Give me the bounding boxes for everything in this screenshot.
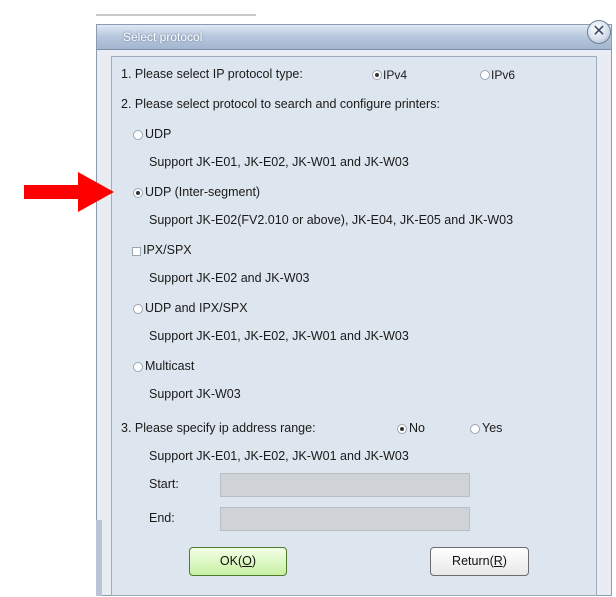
udp-inter-segment-label[interactable]: UDP (Inter-segment) bbox=[145, 185, 260, 199]
udp-inter-segment-support-text: Support JK-E02(FV2.010 or above), JK-E04… bbox=[149, 213, 514, 227]
dialog-panel: 1. Please select IP protocol type: IPv4 … bbox=[111, 56, 597, 596]
ipv4-label[interactable]: IPv4 bbox=[383, 68, 407, 82]
ipx-spx-support-text: Support JK-E02 and JK-W03 bbox=[149, 271, 310, 285]
ipv6-radio[interactable] bbox=[480, 70, 490, 80]
start-ip-field[interactable] bbox=[220, 473, 470, 497]
ok-button-label-close: ) bbox=[251, 554, 257, 568]
ip-range-label: 3. Please specify ip address range: bbox=[121, 421, 316, 435]
range-yes-radio[interactable] bbox=[470, 424, 480, 434]
range-no-label[interactable]: No bbox=[409, 421, 425, 435]
multicast-radio[interactable] bbox=[133, 362, 143, 372]
multicast-label[interactable]: Multicast bbox=[145, 359, 194, 373]
return-button-label: Return( bbox=[452, 554, 494, 568]
udp-support-text: Support JK-E01, JK-E02, JK-W01 and JK-W0… bbox=[149, 155, 409, 169]
ipv6-label[interactable]: IPv6 bbox=[491, 68, 515, 82]
return-button[interactable]: Return(R) bbox=[430, 547, 529, 576]
udp-and-ipx-spx-support-text: Support JK-E01, JK-E02, JK-W01 and JK-W0… bbox=[149, 329, 409, 343]
udp-and-ipx-spx-label[interactable]: UDP and IPX/SPX bbox=[145, 301, 248, 315]
udp-inter-segment-radio[interactable] bbox=[133, 188, 143, 198]
return-button-accelerator: R bbox=[493, 554, 503, 568]
udp-and-ipx-spx-radio[interactable] bbox=[133, 304, 143, 314]
titlebar: Select protocol bbox=[97, 25, 611, 50]
ipx-spx-label[interactable]: IPX/SPX bbox=[143, 243, 192, 257]
close-icon[interactable]: ✕ bbox=[587, 20, 611, 44]
background-window-edge bbox=[96, 14, 256, 16]
select-protocol-dialog: Select protocol 1. Please select IP prot… bbox=[96, 24, 612, 596]
ipv4-radio[interactable] bbox=[372, 70, 382, 80]
ipx-spx-checkbox[interactable] bbox=[132, 247, 141, 256]
start-label: Start: bbox=[149, 477, 179, 491]
protocol-select-label: 2. Please select protocol to search and … bbox=[121, 97, 440, 111]
window-side-shade bbox=[96, 520, 102, 596]
return-button-label-close: ) bbox=[502, 554, 507, 568]
ok-button-label: OK( bbox=[219, 554, 243, 568]
ok-button[interactable]: OK(O) bbox=[189, 547, 287, 576]
ip-range-support-text: Support JK-E01, JK-E02, JK-W01 and JK-W0… bbox=[149, 449, 409, 463]
arrow-right-icon bbox=[24, 172, 114, 212]
window-title: Select protocol bbox=[123, 30, 203, 44]
range-yes-label[interactable]: Yes bbox=[482, 421, 502, 435]
udp-label[interactable]: UDP bbox=[145, 127, 171, 141]
end-ip-field[interactable] bbox=[220, 507, 470, 531]
multicast-support-text: Support JK-W03 bbox=[149, 387, 241, 401]
ok-button-accelerator: O bbox=[242, 554, 252, 568]
ip-protocol-label: 1. Please select IP protocol type: bbox=[121, 67, 303, 81]
end-label: End: bbox=[149, 511, 175, 525]
range-no-radio[interactable] bbox=[397, 424, 407, 434]
udp-radio[interactable] bbox=[133, 130, 143, 140]
